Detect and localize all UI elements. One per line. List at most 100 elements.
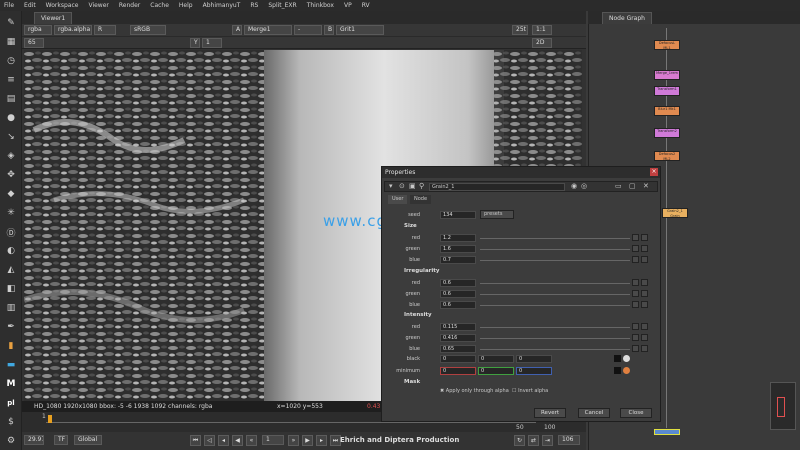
node-grain[interactable]: Grain2_1 Grain: [662, 208, 688, 218]
node-graph-minimap[interactable]: [770, 382, 796, 430]
color-icon[interactable]: ▣: [409, 182, 416, 190]
node-merge-rem[interactable]: Merge_1rem: [654, 70, 680, 80]
menu-item[interactable]: RV: [362, 2, 370, 9]
y-value[interactable]: 1: [202, 38, 222, 48]
irregularity-red-button[interactable]: [632, 279, 639, 286]
close-icon[interactable]: ×: [650, 168, 658, 176]
cancel-button[interactable]: Cancel: [578, 408, 610, 418]
menu-item[interactable]: Workspace: [46, 2, 79, 9]
size-red-slider[interactable]: [480, 238, 630, 239]
channels-select[interactable]: rgba: [24, 25, 52, 35]
animation-icon[interactable]: [641, 301, 648, 308]
bars-icon[interactable]: ▥: [4, 301, 18, 315]
m-icon[interactable]: M: [4, 377, 18, 391]
menu-item[interactable]: Edit: [24, 2, 36, 9]
proxy-select[interactable]: 25t: [512, 25, 528, 35]
size-blue-slider[interactable]: [480, 260, 630, 261]
center-icon[interactable]: ⊙: [399, 182, 405, 190]
stack-icon[interactable]: ◈: [4, 149, 18, 163]
intensity-blue-button[interactable]: [632, 345, 639, 352]
channel-select[interactable]: R: [94, 25, 116, 35]
input-b-select[interactable]: Grit1: [336, 25, 384, 35]
animation-icon[interactable]: [641, 290, 648, 297]
d-icon[interactable]: Ⓓ: [4, 225, 18, 239]
orange-icon[interactable]: ▮: [4, 339, 18, 353]
irregularity-blue-slider[interactable]: [480, 305, 630, 306]
move-icon[interactable]: ✥: [4, 168, 18, 182]
node-defocus[interactable]: DefocusL ML1: [654, 40, 680, 50]
menu-item[interactable]: AbhimanyuT: [203, 2, 241, 9]
presets-select[interactable]: presets: [480, 210, 514, 219]
animation-icon[interactable]: [641, 234, 648, 241]
animation-icon[interactable]: [641, 256, 648, 263]
menu-item[interactable]: Thinkbox: [307, 2, 334, 9]
intensity-green-button[interactable]: [632, 334, 639, 341]
animation-icon[interactable]: [641, 345, 648, 352]
node-blur[interactable]: Blur1 Mk1: [654, 106, 680, 116]
menu-item[interactable]: VP: [344, 2, 352, 9]
minimum-r-field[interactable]: 0: [440, 367, 476, 375]
fps-field[interactable]: 29.97*: [24, 435, 44, 445]
irregularity-blue-button[interactable]: [632, 301, 639, 308]
clock-icon[interactable]: ◷: [4, 54, 18, 68]
draw-icon[interactable]: ↘: [4, 130, 18, 144]
float-icon[interactable]: ▭: [615, 182, 622, 190]
menu-item[interactable]: Viewer: [88, 2, 108, 9]
frame-box[interactable]: 1: [262, 435, 284, 445]
black-r-field[interactable]: 0: [440, 355, 476, 363]
menu-item[interactable]: Cache: [150, 2, 169, 9]
menu-item[interactable]: Split_EXR: [268, 2, 296, 9]
gear-icon[interactable]: ⚙: [4, 434, 18, 448]
node-viewer[interactable]: [654, 429, 680, 435]
tab-viewer[interactable]: Viewer1: [34, 12, 73, 24]
meta-icon[interactable]: ◧: [4, 282, 18, 296]
black-b-field[interactable]: 0: [516, 355, 552, 363]
bounce-button[interactable]: ⇄: [528, 435, 539, 446]
circle-icon[interactable]: ●: [4, 111, 18, 125]
maximize-icon[interactable]: ▢: [629, 182, 636, 190]
play-button[interactable]: ▶: [302, 435, 313, 446]
loop-button[interactable]: ↻: [514, 435, 525, 446]
operation-select[interactable]: -: [294, 25, 322, 35]
menu-item[interactable]: RS: [250, 2, 258, 9]
intensity-red-field[interactable]: 0.115: [440, 323, 476, 331]
black-swatch[interactable]: [614, 355, 621, 362]
intensity-red-button[interactable]: [632, 323, 639, 330]
irregularity-green-slider[interactable]: [480, 294, 630, 295]
irregularity-blue-field[interactable]: 0.6: [440, 301, 476, 309]
apply-alpha-checkbox[interactable]: ✖ Apply only through alpha: [440, 388, 509, 394]
animation-icon[interactable]: [641, 245, 648, 252]
tab-user[interactable]: User: [388, 195, 408, 204]
blue-icon[interactable]: ▬: [4, 358, 18, 372]
minimum-swatch[interactable]: [614, 367, 621, 374]
node-defocus2[interactable]: Defocus2 ML2: [654, 151, 680, 161]
tag-icon[interactable]: ◭: [4, 263, 18, 277]
help-icon[interactable]: ◎: [581, 182, 587, 190]
next-frame-button[interactable]: ▸: [316, 435, 327, 446]
color-wheel-icon[interactable]: [623, 355, 630, 362]
back-10-button[interactable]: «: [246, 435, 257, 446]
zoom-select[interactable]: 1:1: [532, 25, 552, 35]
seed-field[interactable]: 134: [440, 211, 476, 219]
revert-icon[interactable]: ◉: [571, 182, 577, 190]
size-red-field[interactable]: 1.2: [440, 234, 476, 242]
size-green-field[interactable]: 1.6: [440, 245, 476, 253]
dollar-icon[interactable]: $: [4, 415, 18, 429]
grid-icon[interactable]: ▤: [4, 92, 18, 106]
fwd-10-button[interactable]: »: [288, 435, 299, 446]
view-mode-select[interactable]: 2D: [532, 38, 552, 48]
node-transform1[interactable]: Transform1: [654, 86, 680, 96]
size-green-button[interactable]: [632, 245, 639, 252]
black-g-field[interactable]: 0: [478, 355, 514, 363]
end-frame-box[interactable]: 106: [558, 435, 580, 445]
pen-icon[interactable]: ✒: [4, 320, 18, 334]
revert-button[interactable]: Revert: [534, 408, 566, 418]
close-node-icon[interactable]: ✕: [643, 182, 649, 190]
close-button[interactable]: Close: [620, 408, 652, 418]
tf-select[interactable]: TF: [54, 435, 68, 445]
intensity-blue-field[interactable]: 0.65: [440, 345, 476, 353]
irregularity-red-field[interactable]: 0.6: [440, 279, 476, 287]
scope-select[interactable]: Global: [74, 435, 102, 445]
tab-node-graph[interactable]: Node Graph: [602, 12, 652, 24]
input-a-select[interactable]: Merge1: [244, 25, 292, 35]
